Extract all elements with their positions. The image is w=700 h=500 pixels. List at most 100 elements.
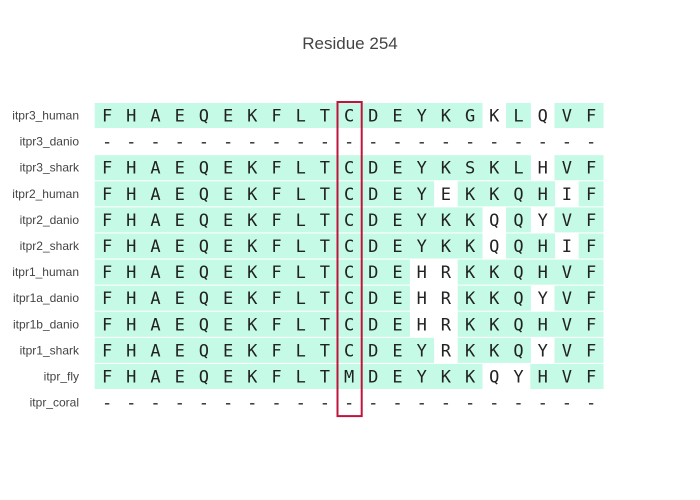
residue-letter: - bbox=[150, 394, 160, 414]
residue-letter: Y bbox=[538, 289, 548, 309]
residue-letter: C bbox=[344, 289, 354, 309]
residue-letter: Q bbox=[199, 159, 209, 179]
residue-letter: - bbox=[489, 394, 499, 414]
residue-letter: E bbox=[223, 159, 233, 179]
residue-letter: K bbox=[247, 107, 258, 127]
residue-letter: L bbox=[296, 341, 306, 361]
residue-letter: F bbox=[271, 341, 281, 361]
residue-letter: Y bbox=[538, 211, 548, 231]
residue-letter: E bbox=[175, 289, 185, 309]
residue-letter: A bbox=[150, 159, 160, 179]
residue-letter: Q bbox=[199, 211, 209, 231]
residue-letter: H bbox=[126, 237, 136, 257]
residue-letter: - bbox=[586, 394, 596, 414]
residue-letter: H bbox=[417, 263, 427, 283]
row-label: itpr2_danio bbox=[20, 213, 80, 227]
residue-letter: Q bbox=[538, 107, 548, 127]
residue-letter: K bbox=[465, 185, 476, 205]
residue-letter: - bbox=[175, 394, 185, 414]
residue-letter: H bbox=[126, 368, 136, 388]
residue-letter: K bbox=[489, 289, 500, 309]
residue-letter: - bbox=[368, 394, 378, 414]
alignment-rows: itpr3_human F H A E Q E K F L T C D E Y K G K L Q V Fitpr3_da… bbox=[12, 103, 604, 414]
residue-letter: I bbox=[562, 185, 572, 205]
row-label: itpr1_shark bbox=[20, 343, 80, 357]
residue-letter: K bbox=[247, 368, 258, 388]
residue-letter: C bbox=[344, 211, 354, 231]
residue-letter: E bbox=[223, 315, 233, 335]
residue-letter: - bbox=[562, 394, 572, 414]
residue-letter: F bbox=[102, 107, 112, 127]
residue-letter: - bbox=[320, 394, 330, 414]
residue-letter: H bbox=[126, 289, 136, 309]
residue-letter: K bbox=[465, 341, 476, 361]
residue-letter: Q bbox=[489, 211, 499, 231]
residue-letter: F bbox=[586, 237, 596, 257]
alignment-row: itpr_fly F H A E Q E K F L T M D E Y K K Q Y H V F bbox=[44, 364, 604, 389]
residue-letter: E bbox=[392, 107, 402, 127]
residue-letter: - bbox=[562, 133, 572, 153]
residue-letter: K bbox=[247, 237, 258, 257]
residue-letter: Y bbox=[538, 341, 548, 361]
residue-letter: H bbox=[126, 341, 136, 361]
residue-letter: K bbox=[441, 237, 452, 257]
residue-letter: H bbox=[538, 237, 548, 257]
residue-letter: E bbox=[223, 263, 233, 283]
residue-letter: D bbox=[368, 159, 378, 179]
residue-letter: D bbox=[368, 211, 378, 231]
residue-letter: Q bbox=[199, 315, 209, 335]
residue-letter: Q bbox=[199, 185, 209, 205]
residue-letter: Q bbox=[513, 289, 523, 309]
residue-letter: - bbox=[296, 394, 306, 414]
residue-letter: H bbox=[126, 315, 136, 335]
residue-letter: F bbox=[586, 289, 596, 309]
residue-letter: Y bbox=[417, 341, 427, 361]
residue-letter: H bbox=[126, 185, 136, 205]
residue-letter: F bbox=[586, 185, 596, 205]
residue-letter: K bbox=[465, 315, 476, 335]
residue-letter: T bbox=[320, 211, 330, 231]
alignment-row: itpr2_human F H A E Q E K F L T C D E Y E K K Q H I F bbox=[12, 181, 604, 207]
residue-letter: A bbox=[150, 263, 160, 283]
residue-letter: F bbox=[102, 341, 112, 361]
residue-letter: E bbox=[223, 368, 233, 388]
residue-letter: T bbox=[320, 315, 330, 335]
residue-letter: - bbox=[199, 133, 209, 153]
residue-letter: K bbox=[489, 159, 500, 179]
residue-letter: - bbox=[150, 133, 160, 153]
residue-letter: R bbox=[441, 315, 452, 335]
residue-letter: E bbox=[392, 341, 402, 361]
residue-letter: T bbox=[320, 341, 330, 361]
residue-letter: E bbox=[223, 237, 233, 257]
alignment-row: itpr1a_danio F H A E Q E K F L T C D E H R K K Q Y V F bbox=[13, 285, 604, 311]
residue-letter: H bbox=[538, 159, 548, 179]
residue-letter: K bbox=[465, 237, 476, 257]
residue-letter: E bbox=[175, 185, 185, 205]
residue-letter: S bbox=[465, 159, 475, 179]
alignment-row: itpr3_human F H A E Q E K F L T C D E Y K G K L Q V F bbox=[12, 103, 604, 128]
residue-letter: - bbox=[513, 394, 523, 414]
residue-letter: E bbox=[175, 315, 185, 335]
residue-letter: K bbox=[441, 159, 452, 179]
alignment-row: itpr3_shark F H A E Q E K F L T C D E Y K S K L H V F bbox=[20, 155, 604, 181]
residue-letter: Q bbox=[199, 341, 209, 361]
residue-letter: K bbox=[441, 107, 452, 127]
residue-letter: K bbox=[489, 107, 500, 127]
residue-letter: - bbox=[126, 394, 136, 414]
residue-letter: - bbox=[344, 133, 354, 153]
alignment-row: itpr1_human F H A E Q E K F L T C D E H R K K Q H V F bbox=[12, 259, 604, 285]
residue-letter: - bbox=[271, 394, 281, 414]
residue-letter: Y bbox=[417, 368, 427, 388]
row-label: itpr_coral bbox=[30, 396, 79, 410]
residue-letter: Q bbox=[199, 289, 209, 309]
residue-letter: D bbox=[368, 341, 378, 361]
residue-letter: - bbox=[441, 133, 451, 153]
residue-letter: - bbox=[465, 394, 475, 414]
residue-letter: T bbox=[320, 237, 330, 257]
residue-letter: D bbox=[368, 237, 378, 257]
residue-letter: - bbox=[417, 133, 427, 153]
residue-letter: M bbox=[344, 368, 354, 388]
residue-letter: E bbox=[175, 341, 185, 361]
residue-letter: L bbox=[296, 289, 306, 309]
residue-letter: F bbox=[102, 211, 112, 231]
